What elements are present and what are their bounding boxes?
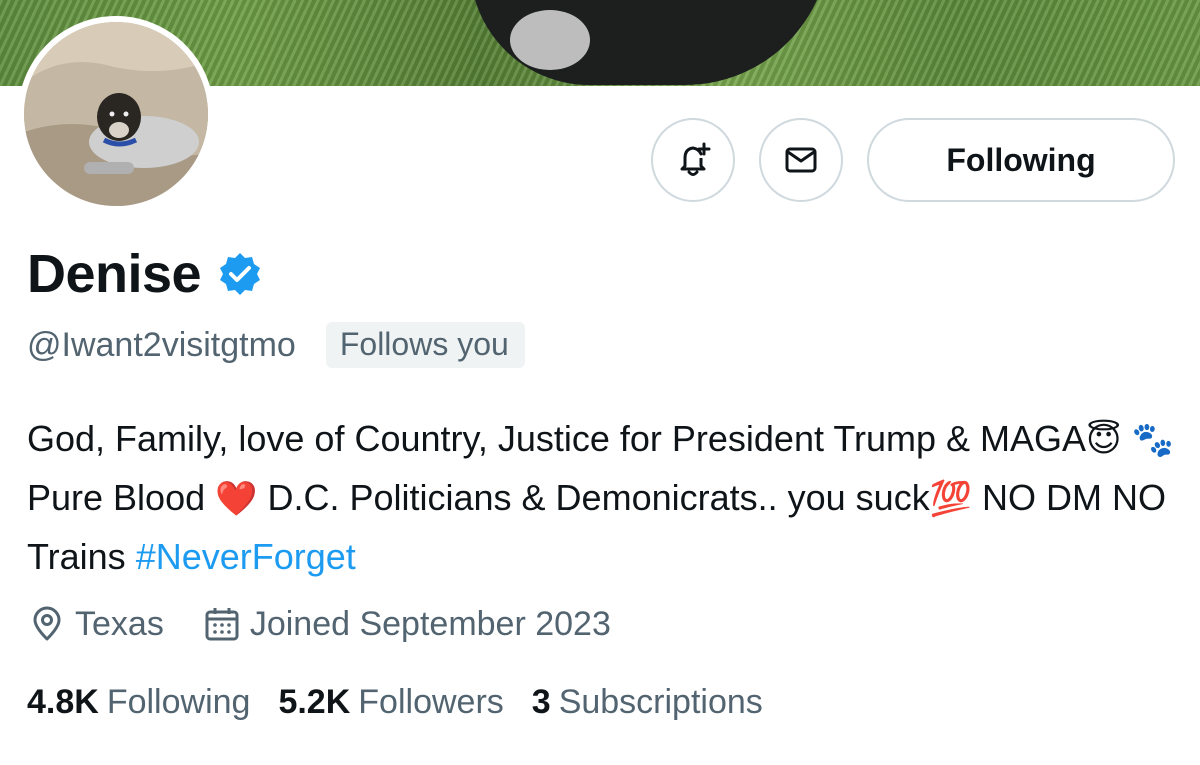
paws-emoji: 🐾 [1131, 420, 1174, 460]
location-text: Texas [75, 604, 164, 643]
name-row: Denise [27, 243, 263, 305]
bio: God, Family, love of Country, Justice fo… [27, 410, 1187, 586]
following-stat[interactable]: 4.8K Following [27, 683, 250, 722]
profile-stats: 4.8K Following 5.2K Followers 3 Subscrip… [27, 683, 763, 722]
followers-label: Followers [358, 683, 504, 721]
heart-emoji: ❤️ [215, 479, 258, 519]
joined-text: Joined September 2023 [249, 604, 611, 643]
following-button[interactable]: Following [867, 118, 1175, 202]
banner-dog-image [470, 0, 830, 85]
bell-plus-icon [680, 142, 711, 176]
avatar[interactable] [24, 22, 208, 206]
bio-text-3: D.C. Politicians & Demonicrats.. you suc… [257, 477, 930, 518]
subscriptions-stat[interactable]: 3 Subscriptions [532, 683, 763, 722]
follows-you-badge: Follows you [325, 322, 525, 368]
following-label: Following [106, 683, 251, 721]
verified-badge-icon[interactable] [217, 251, 263, 297]
hashtag-link[interactable]: #NeverForget [136, 536, 356, 577]
angel-emoji: 😇 [1086, 420, 1122, 460]
message-button[interactable] [759, 118, 843, 202]
avatar-dog-image [24, 22, 208, 206]
handle: @Iwant2visitgtmo [27, 326, 296, 364]
bio-text-2: Pure Blood [27, 477, 216, 518]
following-count: 4.8K [27, 683, 99, 721]
joined-item: Joined September 2023 [202, 604, 611, 644]
envelope-icon [785, 147, 817, 173]
bio-text-1: God, Family, love of Country, Justice fo… [27, 418, 1087, 459]
location-item: Texas [27, 604, 164, 644]
display-name: Denise [27, 244, 202, 304]
avatar-ring [18, 16, 214, 212]
notify-button[interactable] [651, 118, 735, 202]
profile-meta: Texas Joined September 2023 [27, 604, 611, 644]
subscriptions-count: 3 [531, 683, 551, 721]
followers-count: 5.2K [278, 683, 351, 721]
calendar-icon [205, 608, 239, 641]
hundred-emoji: 💯 [929, 479, 973, 519]
handle-row: @Iwant2visitgtmo Follows you [27, 322, 525, 368]
location-pin-icon [33, 606, 61, 641]
subscriptions-label: Subscriptions [558, 683, 763, 721]
followers-stat[interactable]: 5.2K Followers [278, 683, 503, 722]
